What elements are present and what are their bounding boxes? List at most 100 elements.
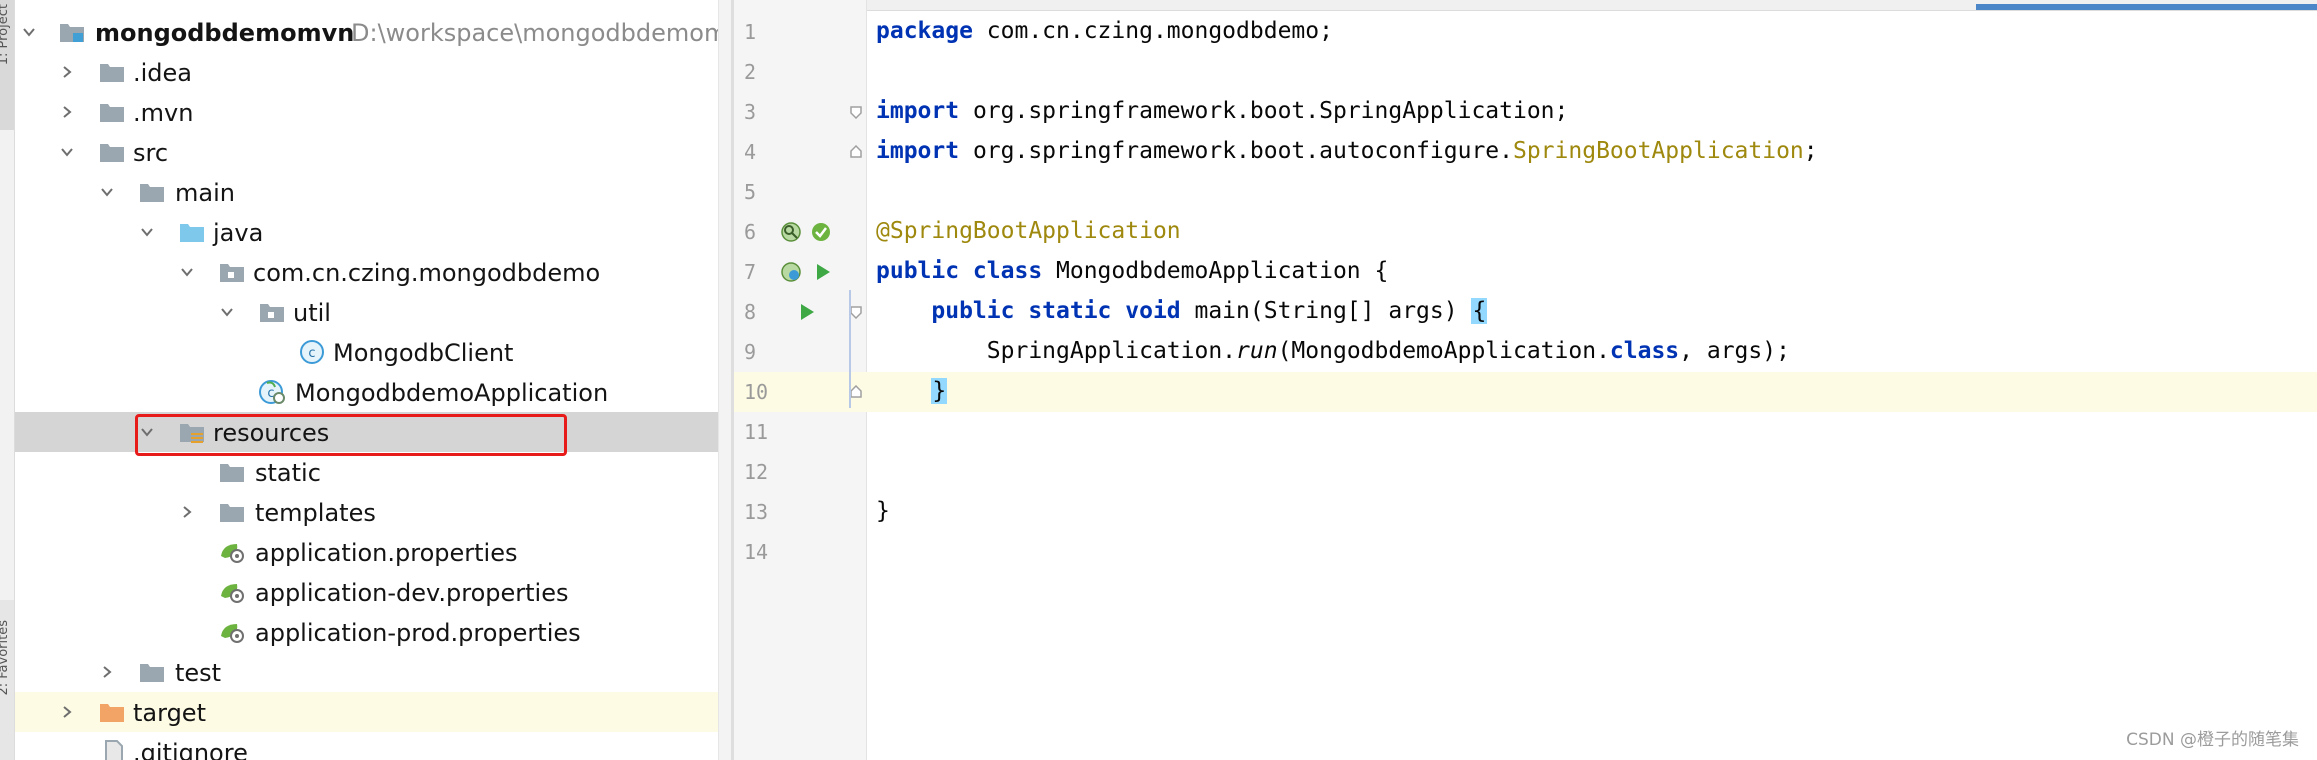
project-tree-panel: mongodbdemomvn D:\workspace\mongodbdemom… [15, 0, 731, 760]
tree-item-util[interactable]: util [15, 292, 731, 332]
chevron-down-icon[interactable] [59, 144, 75, 160]
module-folder-icon [60, 24, 84, 42]
code-text: import org.springframework.boot.autoconf… [876, 138, 1818, 164]
watermark: CSDN @橙子的随笔集 [2126, 730, 2299, 750]
tree-item-label: target [133, 699, 206, 727]
tree-item-module-root[interactable]: mongodbdemomvn D:\workspace\mongodbdemom… [15, 12, 731, 52]
line-number: 8 [744, 300, 757, 324]
tree-item-label: application-dev.properties [255, 579, 569, 607]
chevron-right-icon[interactable] [59, 104, 75, 120]
chevron-down-icon[interactable] [139, 224, 155, 240]
chevron-down-icon[interactable] [179, 264, 195, 280]
code-text: } [876, 498, 890, 524]
fold-icon[interactable] [849, 305, 863, 319]
code-text: public static void main(String[] args) { [931, 298, 1488, 324]
tree-item-main[interactable]: main [15, 172, 731, 212]
line-number: 4 [744, 140, 757, 164]
folder-icon [140, 184, 164, 202]
chevron-right-icon[interactable] [99, 664, 115, 680]
project-tool-tab[interactable]: 1: Project [0, 0, 14, 130]
tree-item-src[interactable]: src [15, 132, 731, 172]
tree-item-application-prod-properties[interactable]: application-prod.properties [15, 612, 731, 652]
project-path: D:\workspace\mongodbdemomvn [351, 19, 731, 47]
tree-item-mvn[interactable]: .mvn [15, 92, 731, 132]
chevron-down-icon[interactable] [99, 184, 115, 200]
code-text: import org.springframework.boot.SpringAp… [876, 98, 1569, 124]
tree-item-application-properties[interactable]: application.properties [15, 532, 731, 572]
fold-end-icon[interactable] [849, 385, 863, 399]
spring-properties-icon [221, 584, 244, 603]
line-number: 1 [744, 20, 757, 44]
tree-item-label: templates [255, 499, 376, 527]
favorites-tool-tab-label: 2: Favorites [0, 620, 11, 696]
folder-icon [220, 464, 244, 482]
code-text: package com.cn.czing.mongodbdemo; [876, 18, 1333, 44]
spring-properties-icon [221, 624, 244, 643]
favorites-tool-tab[interactable]: 2: Favorites [0, 600, 14, 760]
tree-item-java[interactable]: java [15, 212, 731, 252]
tree-item-label: MongodbClient [333, 339, 514, 367]
code-line-12[interactable]: 12 [734, 452, 2317, 492]
tree-item-label: main [175, 179, 235, 207]
tree-item-mongodbdemoapplication[interactable]: c MongodbdemoApplication [15, 372, 731, 412]
tree-item-target[interactable]: target [15, 692, 731, 732]
code-line-8[interactable]: 8 public static void main(String[] args)… [734, 292, 2317, 332]
run-icon[interactable] [796, 301, 818, 323]
tree-item-application-dev-properties[interactable]: application-dev.properties [15, 572, 731, 612]
tree-item-mongodbclient[interactable]: c MongodbClient [15, 332, 731, 372]
line-number: 12 [744, 460, 769, 484]
package-icon [260, 304, 284, 322]
line-number: 7 [744, 260, 757, 284]
chevron-down-icon[interactable] [219, 304, 235, 320]
bean-navigate-icon[interactable] [780, 261, 802, 283]
class-icon: c [300, 340, 324, 364]
tree-item-templates[interactable]: templates [15, 492, 731, 532]
code-line-5[interactable]: 5 [734, 172, 2317, 212]
tree-item-static[interactable]: static [15, 452, 731, 492]
code-line-7[interactable]: 7 public class MongodbdemoApplication { [734, 252, 2317, 292]
tree-item-gitignore[interactable]: .gitignore [15, 732, 731, 760]
code-line-4[interactable]: 4 import org.springframework.boot.autoco… [734, 132, 2317, 172]
tree-item-idea[interactable]: .idea [15, 52, 731, 92]
fold-icon[interactable] [849, 105, 863, 119]
tree-item-test[interactable]: test [15, 652, 731, 692]
code-line-2[interactable]: 2 [734, 52, 2317, 92]
spring-boot-icon[interactable] [810, 221, 832, 243]
code-line-1[interactable]: 1 package com.cn.czing.mongodbdemo; [734, 12, 2317, 52]
tree-item-label: application.properties [255, 539, 518, 567]
code-text: @SpringBootApplication [876, 218, 1181, 244]
bean-search-icon[interactable] [780, 221, 802, 243]
tree-item-label: com.cn.czing.mongodbdemo [253, 259, 601, 287]
code-line-3[interactable]: 3 import org.springframework.boot.Spring… [734, 92, 2317, 132]
code-text: } [931, 378, 948, 404]
fold-end-icon[interactable] [849, 145, 863, 159]
chevron-right-icon[interactable] [59, 704, 75, 720]
code-line-9[interactable]: 9 SpringApplication.run(MongodbdemoAppli… [734, 332, 2317, 372]
folder-icon [100, 64, 124, 82]
tree-item-package[interactable]: com.cn.czing.mongodbdemo [15, 252, 731, 292]
active-tab-indicator [1976, 4, 2317, 10]
chevron-down-icon[interactable] [21, 24, 37, 40]
code-editor[interactable]: 1 package com.cn.czing.mongodbdemo; 2 3 … [734, 0, 2317, 760]
folder-icon [100, 144, 124, 162]
tree-scrollbar[interactable] [718, 0, 731, 760]
chevron-right-icon[interactable] [59, 64, 75, 80]
editor-tab-bar [734, 0, 2317, 11]
code-line-13[interactable]: 13 } [734, 492, 2317, 532]
tree-item-label: java [213, 219, 264, 247]
line-number: 14 [744, 540, 769, 564]
code-line-10[interactable]: 10 } [734, 372, 2317, 412]
code-text: public class MongodbdemoApplication { [876, 258, 1389, 284]
line-number: 5 [744, 180, 757, 204]
line-number: 3 [744, 100, 757, 124]
folder-icon [220, 504, 244, 522]
tree-item-label: application-prod.properties [255, 619, 581, 647]
ide-window: 1: Project 2: Favorites mongodbdemomvn D… [0, 0, 2317, 760]
code-line-14[interactable]: 14 [734, 532, 2317, 572]
highlight-annotation-box [135, 414, 567, 456]
code-line-11[interactable]: 11 [734, 412, 2317, 452]
run-icon[interactable] [812, 261, 834, 283]
chevron-right-icon[interactable] [179, 504, 195, 520]
line-number: 13 [744, 500, 769, 524]
code-line-6[interactable]: 6 @SpringBootApplication [734, 212, 2317, 252]
